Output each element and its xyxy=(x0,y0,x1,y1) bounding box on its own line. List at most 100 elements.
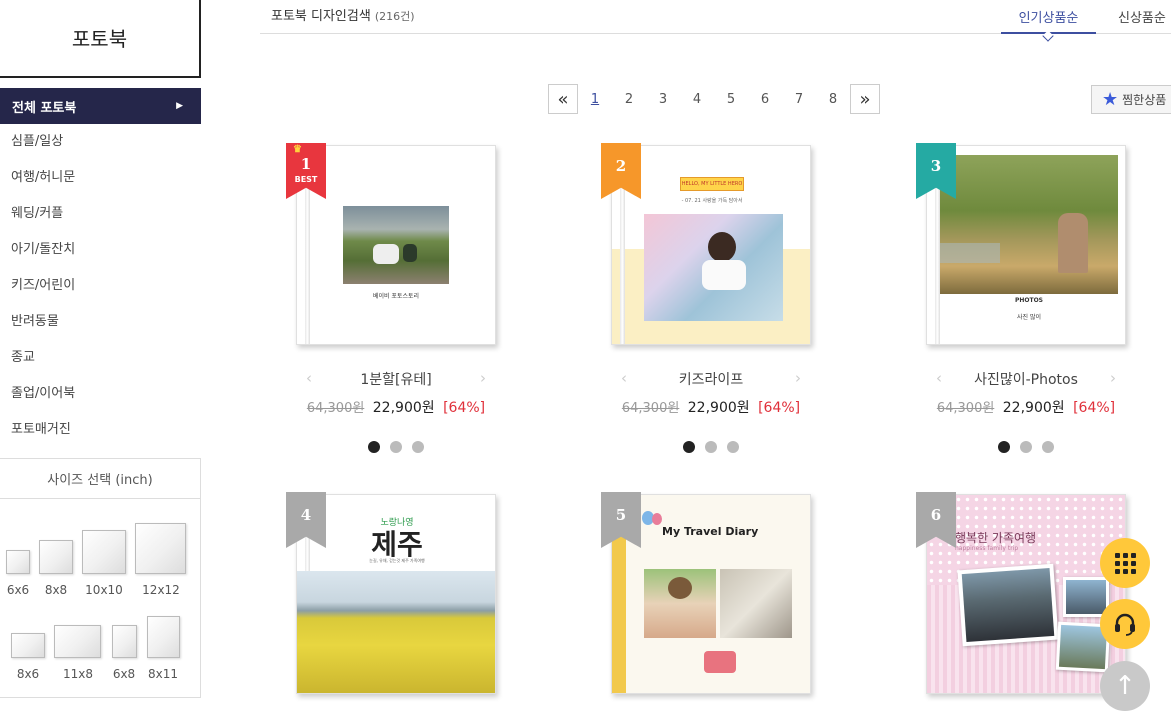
page-number[interactable]: 4 xyxy=(680,92,714,107)
size-filter: 사이즈 선택 (inch) 6x6 8x8 10x10 12x12 8x6 11… xyxy=(0,458,201,698)
rank-number: 4 xyxy=(300,506,312,524)
grid-menu-button[interactable] xyxy=(1100,538,1150,588)
category-label: 전체 포토북 xyxy=(12,100,77,116)
product-thumbnail[interactable]: HELLO, MY LITTLE HERO - 07. 21 사랑을 가득 담아… xyxy=(611,145,811,345)
page-number[interactable]: 1 xyxy=(578,92,612,107)
chevron-right-icon[interactable]: › xyxy=(480,369,486,387)
chevron-left-icon[interactable]: ‹ xyxy=(936,369,942,387)
product-name-row: ‹ 키즈라이프 › xyxy=(611,369,811,391)
size-option-8x11[interactable] xyxy=(147,616,180,658)
carousel-dot[interactable] xyxy=(412,441,424,453)
price-row: 64,300원 22,900원 [64%] xyxy=(916,397,1136,417)
size-option-12x12[interactable] xyxy=(135,523,186,574)
product-name[interactable]: 1분할[유테] xyxy=(360,372,431,388)
product-thumbnail[interactable]: My Travel Diary xyxy=(611,494,811,694)
product-thumbnail[interactable]: 노랑나영 제주 눈길, 유채, 걷는것 제주 가족여행 xyxy=(296,494,496,694)
sale-price: 22,900원 xyxy=(1002,400,1065,416)
size-filter-header: 사이즈 선택 (inch) xyxy=(0,459,200,499)
cover-caption: 베이비 포토스토리 xyxy=(372,293,420,300)
price-row: 64,300원 22,900원 [64%] xyxy=(286,397,506,417)
scroll-top-button[interactable]: ↑ xyxy=(1100,661,1150,711)
size-option-10x10[interactable] xyxy=(82,530,126,574)
arrow-up-icon: ↑ xyxy=(1114,671,1136,701)
cover-photo xyxy=(957,563,1059,647)
page-number[interactable]: 7 xyxy=(782,92,816,107)
carousel-dot[interactable] xyxy=(683,441,695,453)
size-label: 12x12 xyxy=(142,583,180,597)
headset-icon xyxy=(1115,613,1135,636)
category-item[interactable]: 여행/허니문 xyxy=(11,160,196,196)
product-thumbnail[interactable]: 행복한 가족여행 happiness family trip xyxy=(926,494,1126,694)
cover-subtitle: 눈길, 유채, 걷는것 제주 가족여행 xyxy=(369,558,425,563)
sidebar: 포토북 전체 포토북 ▶ 심플/일상 여행/허니문 웨딩/커플 아기/돌잔치 키… xyxy=(0,0,201,712)
chevron-right-icon[interactable]: › xyxy=(1110,369,1116,387)
cover-photo xyxy=(343,206,449,284)
cover-subtitle: - 07. 21 사랑을 가득 담아서 xyxy=(681,198,743,204)
crown-icon: ♛ xyxy=(293,144,302,155)
page-number[interactable]: 3 xyxy=(646,92,680,107)
product-thumbnail[interactable]: 베이비 포토스토리 xyxy=(296,145,496,345)
product-name[interactable]: 키즈라이프 xyxy=(679,372,743,388)
customer-support-button[interactable] xyxy=(1100,599,1150,649)
discount-rate: [64%] xyxy=(1073,400,1116,416)
category-item[interactable]: 아기/돌잔치 xyxy=(11,232,196,268)
chevron-left-icon[interactable]: ‹ xyxy=(306,369,312,387)
product-thumbnail[interactable]: PHOTOS 사진 많이 xyxy=(926,145,1126,345)
cover-photo xyxy=(644,569,716,638)
grid-menu-icon xyxy=(1114,552,1136,574)
original-price: 64,300원 xyxy=(621,401,680,416)
chevron-left-icon[interactable]: ‹ xyxy=(621,369,627,387)
category-all-photobook[interactable]: 전체 포토북 ▶ xyxy=(0,88,201,124)
carousel-dot[interactable] xyxy=(705,441,717,453)
cover-subtitle: happiness family trip xyxy=(955,545,1019,552)
rank-number: 6 xyxy=(930,506,942,524)
favorites-button[interactable]: ★ 찜한상품 xyxy=(1091,85,1171,114)
product-name[interactable]: 사진많이-Photos xyxy=(974,372,1078,388)
play-arrow-icon: ▶ xyxy=(176,101,183,111)
cover-title: PHOTOS xyxy=(1014,297,1044,304)
size-label: 8x6 xyxy=(16,667,40,681)
original-price: 64,300원 xyxy=(936,401,995,416)
sort-new-tab[interactable]: 신상품순 xyxy=(1118,7,1166,26)
carousel-dot[interactable] xyxy=(727,441,739,453)
carousel-dot[interactable] xyxy=(390,441,402,453)
page-number[interactable]: 2 xyxy=(612,92,646,107)
page-number[interactable]: 8 xyxy=(816,92,850,107)
size-option-6x8[interactable] xyxy=(112,625,137,658)
pagination: « 1 2 3 4 5 6 7 8 » xyxy=(548,84,880,114)
rank-number: 1 xyxy=(300,155,312,173)
sale-price: 22,900원 xyxy=(687,400,750,416)
carousel-dot[interactable] xyxy=(998,441,1010,453)
size-option-8x6[interactable] xyxy=(11,633,45,658)
category-item[interactable]: 종교 xyxy=(11,340,196,376)
next-page-button[interactable]: » xyxy=(850,84,880,114)
page-number[interactable]: 5 xyxy=(714,92,748,107)
carousel-dot[interactable] xyxy=(1020,441,1032,453)
carousel-dot[interactable] xyxy=(368,441,380,453)
category-item[interactable]: 포토매거진 xyxy=(11,412,196,448)
cover-title: 행복한 가족여행 xyxy=(955,531,1037,545)
category-item[interactable]: 웨딩/커플 xyxy=(11,196,196,232)
size-label: 8x11 xyxy=(147,667,178,681)
sale-price: 22,900원 xyxy=(372,400,435,416)
chevron-right-icon[interactable]: › xyxy=(795,369,801,387)
cover-subtitle: 사진 많이 xyxy=(1017,314,1041,321)
category-item[interactable]: 반려동물 xyxy=(11,304,196,340)
size-option-11x8[interactable] xyxy=(54,625,101,658)
prev-page-button[interactable]: « xyxy=(548,84,578,114)
size-label: 10x10 xyxy=(85,583,123,597)
favorites-label: 찜한상품 xyxy=(1122,93,1167,107)
result-count: (216건) xyxy=(374,10,415,23)
carousel-dots xyxy=(998,441,1054,453)
size-label: 11x8 xyxy=(62,667,93,681)
page-number[interactable]: 6 xyxy=(748,92,782,107)
original-price: 64,300원 xyxy=(306,401,365,416)
category-item[interactable]: 키즈/어린이 xyxy=(11,268,196,304)
sort-popular-tab[interactable]: 인기상품순 xyxy=(1001,0,1096,42)
category-item[interactable]: 졸업/이어북 xyxy=(11,376,196,412)
size-option-8x8[interactable] xyxy=(39,540,73,574)
cover-photo xyxy=(644,214,783,321)
carousel-dot[interactable] xyxy=(1042,441,1054,453)
category-item[interactable]: 심플/일상 xyxy=(11,124,196,160)
size-option-6x6[interactable] xyxy=(6,550,30,574)
